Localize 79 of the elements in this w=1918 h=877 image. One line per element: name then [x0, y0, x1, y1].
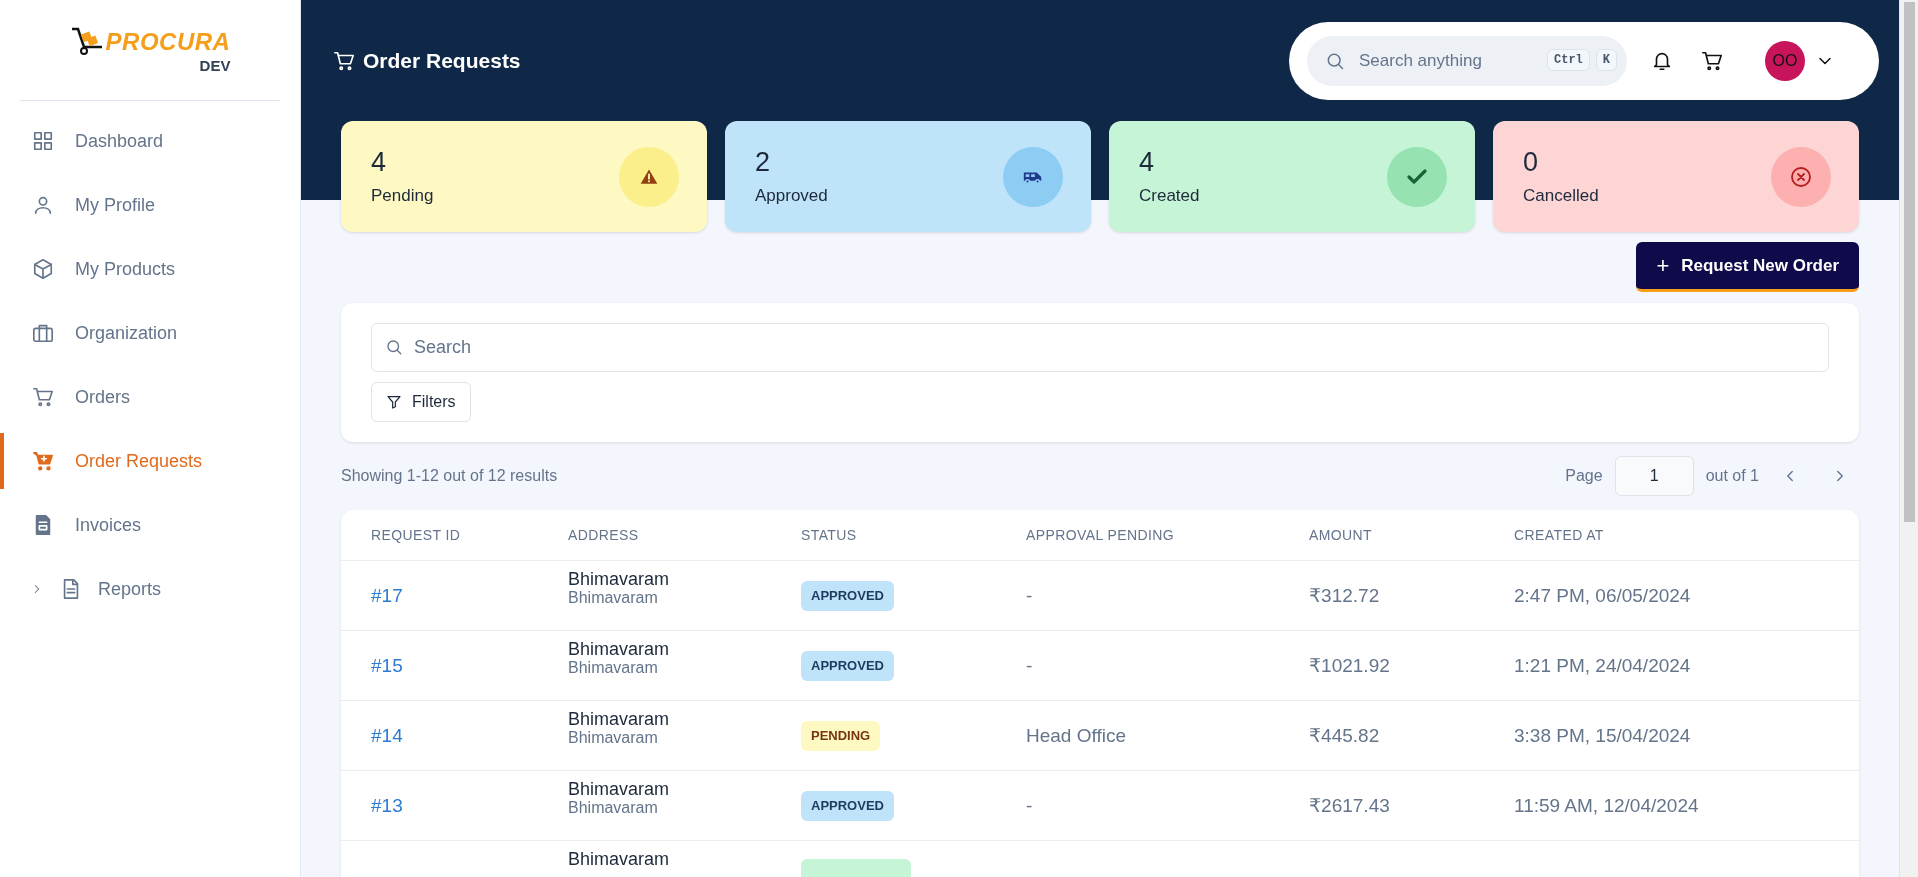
user-icon: [32, 194, 54, 216]
approval-cell: -: [1026, 584, 1033, 606]
column-header: REQUEST ID: [371, 527, 462, 543]
column-header: AMOUNT: [1309, 527, 1374, 543]
request-id-link[interactable]: #17: [371, 584, 403, 606]
stat-value: 4: [1139, 147, 1156, 178]
cancel-icon: [1789, 164, 1813, 189]
address-state: Bhimavaram: [568, 799, 659, 817]
sidebar-item[interactable]: Invoices: [0, 493, 300, 557]
filter-icon: [386, 394, 402, 410]
status-badge: APPROVED: [801, 580, 894, 611]
scrollbar-thumb[interactable]: [1903, 2, 1915, 522]
page-input[interactable]: 1: [1614, 456, 1694, 496]
cart-icon: [1701, 50, 1723, 72]
grid-icon: [32, 130, 54, 152]
keyboard-key: Ctrl: [1547, 49, 1590, 71]
address-state: Bhimavaram: [568, 659, 659, 677]
stat-label: Cancelled: [1523, 186, 1599, 206]
page-title: Order Requests: [363, 49, 521, 73]
search-icon: [1325, 51, 1345, 71]
sidebar-item[interactable]: Reports: [0, 557, 300, 621]
address-city: Bhimavaram: [568, 639, 671, 659]
logo-wordmark: PROCURA: [105, 27, 231, 56]
stat-label: Created: [1139, 186, 1200, 206]
amount-cell: ₹312.72: [1309, 585, 1380, 606]
address-city: Bhimavaram: [568, 779, 671, 799]
request-id-link[interactable]: #15: [371, 654, 403, 676]
sidebar-item[interactable]: Orders: [0, 365, 300, 429]
approval-cell: Head Office: [1026, 724, 1126, 746]
address-city: Bhimavaram: [568, 569, 671, 589]
stat-value: 2: [755, 147, 772, 178]
stat-label: Approved: [755, 186, 828, 206]
stat-value: 4: [371, 147, 388, 178]
address-city: Bhimavaram: [568, 709, 671, 729]
bell-icon: [1651, 50, 1673, 72]
search-field[interactable]: Search: [371, 323, 1829, 372]
request-id-link[interactable]: #14: [371, 724, 403, 746]
request-new-order-button[interactable]: + Request New Order: [1636, 242, 1859, 292]
column-header: APPROVAL PENDING: [1026, 527, 1175, 543]
sidebar-item[interactable]: Order Requests: [0, 429, 300, 493]
sidebar-item[interactable]: Dashboard: [0, 109, 300, 173]
page-label: Page: [1565, 467, 1603, 485]
column-header: STATUS: [801, 527, 858, 543]
user-avatar[interactable]: OO: [1765, 41, 1805, 81]
scrollbar[interactable]: [1899, 0, 1918, 877]
amount-cell: ₹1021.92: [1309, 655, 1390, 676]
status-badge: PENDING: [801, 720, 881, 751]
stat-label: Pending: [371, 186, 434, 206]
column-header: ADDRESS: [568, 527, 640, 543]
created-at-cell: 1:21 PM, 24/04/2024: [1514, 654, 1691, 676]
sidebar-item[interactable]: My Profile: [0, 173, 300, 237]
cart-plus-icon: [32, 450, 54, 472]
address-city: Bhimavaram: [568, 849, 671, 869]
filters-button[interactable]: Filters: [371, 382, 471, 422]
results-summary: Showing 1-12 out of 12 results: [341, 467, 558, 485]
cart-icon: [333, 50, 355, 72]
environment-label: DEV: [199, 56, 231, 74]
status-badge: APPROVED: [801, 790, 894, 821]
cube-icon: [32, 258, 54, 280]
approval-cell: -: [1026, 794, 1033, 816]
amount-cell: ₹2617.43: [1309, 795, 1390, 816]
briefcase-icon: [32, 322, 54, 344]
stat-value: 0: [1523, 147, 1540, 178]
amount-cell: ₹445.82: [1309, 725, 1380, 746]
page-total: out of 1: [1705, 467, 1759, 485]
search-icon: [385, 338, 403, 356]
sidebar-item[interactable]: Organization: [0, 301, 300, 365]
address-state: Bhimavaram: [568, 729, 659, 747]
created-at-cell: 11:59 AM, 12/04/2024: [1514, 794, 1699, 816]
created-at-cell: 2:47 PM, 06/05/2024: [1514, 584, 1691, 606]
status-badge: APPROVED: [801, 650, 894, 681]
address-state: Bhimavaram: [568, 589, 659, 607]
approval-cell: -: [1026, 654, 1033, 676]
request-id-link[interactable]: #13: [371, 794, 403, 816]
column-header: CREATED AT: [1514, 527, 1605, 543]
trolley-icon: [69, 26, 104, 57]
created-at-cell: 3:38 PM, 15/04/2024: [1514, 724, 1691, 746]
sidebar-item[interactable]: My Products: [0, 237, 300, 301]
cart-icon: [32, 386, 54, 408]
